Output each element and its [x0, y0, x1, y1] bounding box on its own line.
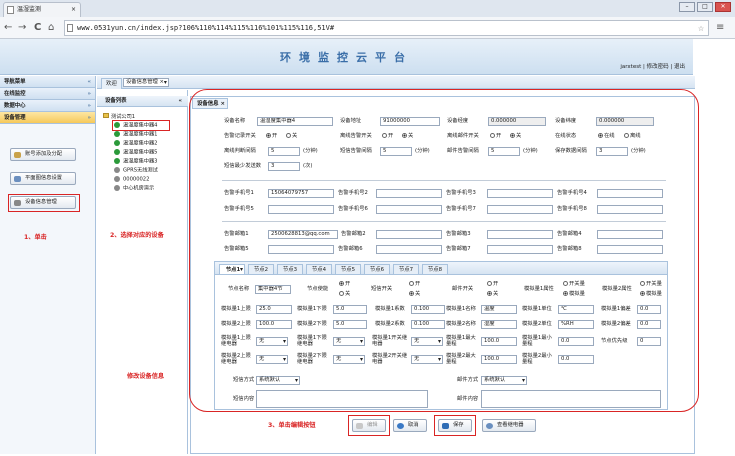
forward-icon[interactable]: →: [18, 21, 26, 35]
back-icon[interactable]: ←: [4, 21, 12, 35]
highlight-box: [434, 415, 476, 436]
tree-node-label: 温湿度集中器2: [123, 140, 158, 147]
sidebar: 导航菜单 « 在线监控» 数据中心» 设备管理» 账号添加及分配 平面图信息设置 …: [0, 76, 96, 454]
tree-node[interactable]: 中心机房演示: [114, 185, 154, 192]
minimize-button[interactable]: –: [679, 2, 695, 12]
sidebar-section-device[interactable]: 设备管理 »: [0, 112, 95, 124]
folder-icon: [103, 113, 109, 118]
close-tab-icon[interactable]: ×: [71, 3, 76, 16]
button-label: 账号添加及分配: [25, 151, 63, 157]
sidebar-title-text: 导航菜单: [4, 79, 26, 85]
section-label: 数据中心: [4, 103, 26, 109]
chevron-icon: »: [87, 103, 91, 109]
highlight-box: [348, 415, 390, 436]
tree-root[interactable]: 测试公司1: [103, 113, 135, 120]
url-text: www.0531yun.cn/index.jsp?106%110%114%115…: [77, 24, 335, 32]
user-links: jarxtest | 修改密码 | 退出: [620, 62, 685, 70]
device-tree-header: 设备列表 «: [97, 96, 188, 107]
tree-node-label: 温湿度集中器1: [123, 131, 158, 138]
separator: |: [643, 64, 645, 70]
status-offline-icon: [114, 167, 120, 173]
browser-tab-bar: 温湿监测 × – □ ✕: [0, 0, 735, 17]
collapse-icon[interactable]: «: [88, 76, 91, 88]
browser-tab[interactable]: 温湿监测 ×: [3, 2, 81, 17]
tree-node[interactable]: 温湿度集中器3: [114, 158, 157, 165]
highlight-box: [8, 194, 80, 212]
address-bar: ← → C ⌂ www.0531yun.cn/index.jsp?106%110…: [0, 17, 735, 39]
browser-tab-title: 温湿监测: [17, 6, 42, 13]
highlight-box: [112, 120, 170, 131]
bookmark-star-icon[interactable]: ☆: [698, 22, 704, 36]
map-icon: [14, 176, 21, 182]
section-label: 在线监控: [4, 91, 26, 97]
close-window-button[interactable]: ✕: [715, 2, 731, 12]
annotation-modify: 修改设备信息: [127, 373, 165, 380]
annotation-step3: 3、单击编辑按钮: [268, 422, 316, 429]
tree-node[interactable]: 00000022: [114, 176, 149, 183]
status-online-icon: [114, 158, 120, 164]
tab-welcome[interactable]: 欢迎: [101, 78, 122, 89]
chevron-icon: »: [87, 91, 91, 97]
change-password-link[interactable]: 修改密码: [647, 64, 669, 70]
tree-node-label: 00000022: [123, 176, 150, 183]
tree-node[interactable]: GPRS无线测试: [114, 167, 158, 174]
view-relay-button[interactable]: 查看继电器: [482, 419, 536, 432]
main-tabs: 欢迎 设备信息管理 ×: [97, 76, 695, 89]
username: jarxtest: [620, 64, 642, 70]
annotation-step2: 2、选择对应的设备: [110, 232, 164, 239]
tree-node[interactable]: 温湿度集中器5: [114, 149, 157, 156]
sidebar-section-data[interactable]: 数据中心 »: [0, 100, 95, 112]
sidebar-section-monitor[interactable]: 在线监控 »: [0, 88, 95, 100]
tree-node[interactable]: 温湿度集中器2: [114, 140, 157, 147]
button-label: 查看继电器: [497, 422, 524, 428]
tree-node-label: GPRS无线测试: [123, 167, 158, 174]
highlight-box: [189, 89, 699, 412]
menu-icon[interactable]: ≡: [716, 21, 724, 35]
status-offline-icon: [114, 185, 120, 191]
tree-node[interactable]: 温湿度集中器1: [114, 131, 157, 138]
reload-icon[interactable]: C: [34, 21, 41, 35]
tree-title: 设备列表: [105, 98, 127, 104]
cancel-icon: [397, 423, 404, 429]
window-controls: – □ ✕: [679, 2, 731, 12]
home-icon[interactable]: ⌂: [48, 21, 54, 35]
sidebar-title: 导航菜单 «: [0, 76, 95, 88]
floorplan-settings-button[interactable]: 平面图信息设置: [10, 172, 76, 185]
logout-link[interactable]: 退出: [674, 64, 685, 70]
status-online-icon: [114, 149, 120, 155]
button-label: 平面图信息设置: [25, 175, 63, 181]
status-online-icon: [114, 140, 120, 146]
tree-node-label: 温湿度集中器3: [123, 158, 158, 165]
collapse-icon[interactable]: «: [179, 96, 182, 106]
separator: |: [670, 64, 673, 70]
chevron-icon: »: [87, 115, 91, 121]
annotation-step1: 1、单击: [24, 234, 47, 241]
cancel-button[interactable]: 取消: [393, 419, 427, 432]
header-banner: 环境监控云平台 jarxtest | 修改密码 | 退出: [0, 39, 693, 75]
maximize-button[interactable]: □: [697, 2, 713, 12]
tab-device-info[interactable]: 设备信息管理 ×: [123, 78, 169, 87]
url-field[interactable]: www.0531yun.cn/index.jsp?106%110%114%115…: [64, 20, 709, 36]
search-icon: [486, 423, 493, 429]
account-assign-button[interactable]: 账号添加及分配: [10, 148, 76, 161]
status-offline-icon: [114, 176, 120, 182]
tree-node-label: 温湿度集中器5: [123, 149, 158, 156]
tree-node-label: 中心机房演示: [123, 185, 155, 192]
status-online-icon: [114, 131, 120, 137]
section-label: 设备管理: [4, 115, 26, 121]
page-title: 环境监控云平台: [280, 51, 413, 64]
users-icon: [14, 152, 21, 158]
button-label: 取消: [408, 422, 419, 428]
page-icon: [67, 24, 73, 32]
page-icon: [7, 6, 14, 14]
